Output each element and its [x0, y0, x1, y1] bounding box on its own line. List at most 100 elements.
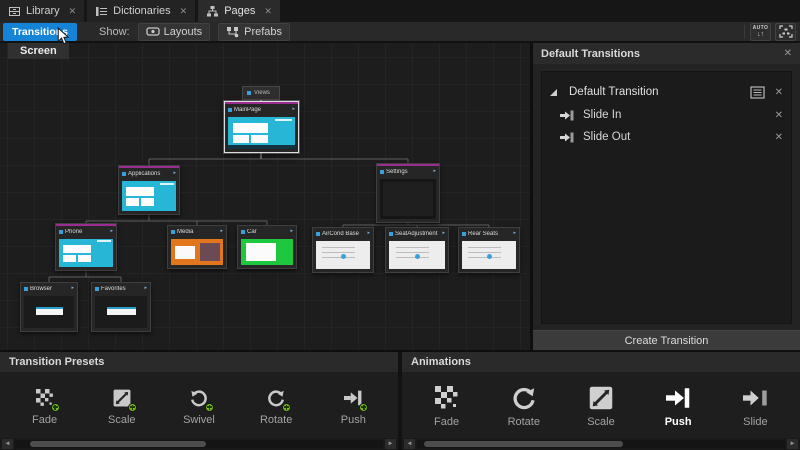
node-label: Browser	[30, 286, 69, 292]
tree-node-aircond[interactable]: AirCond Base▸	[312, 227, 374, 273]
details-icon[interactable]	[750, 86, 765, 99]
close-icon[interactable]: ✕	[784, 48, 792, 59]
tree-node-car[interactable]: Car▸	[237, 225, 297, 269]
tree-node-rearseats[interactable]: Rear Seats▸	[458, 227, 520, 273]
node-marker-icon: ▸	[442, 231, 445, 236]
screen-icon	[171, 230, 175, 234]
animation-label: Slide	[743, 416, 767, 428]
node-label: Phone	[65, 229, 108, 235]
scrollbar-track[interactable]	[417, 440, 785, 448]
screen-icon	[59, 230, 63, 234]
animation-label: Scale	[587, 416, 615, 428]
push-icon	[666, 386, 690, 410]
screen-icon	[24, 287, 28, 291]
scroll-right-icon[interactable]: ►	[385, 439, 396, 449]
tab-label: Dictionaries	[113, 5, 170, 17]
animations-panel: Animations Fade Rotate	[402, 352, 800, 450]
node-marker-icon: ▸	[367, 231, 370, 236]
add-badge-icon	[51, 403, 60, 412]
scale-icon	[589, 386, 613, 410]
screen-tree-canvas[interactable]: Screen Views MainPage▸ Appl	[0, 43, 530, 350]
tree-node-seatadjustment[interactable]: SeatAdjustment▸	[385, 227, 449, 273]
preset-push[interactable]: Push	[321, 387, 385, 426]
animation-label: Push	[665, 416, 692, 428]
animation-fade[interactable]: Fade	[415, 385, 479, 428]
scroll-left-icon[interactable]: ◄	[404, 439, 415, 449]
close-icon[interactable]: ✕	[264, 6, 272, 17]
node-marker-icon: ▸	[290, 229, 293, 234]
fade-icon	[36, 389, 54, 407]
slide-out-icon	[560, 131, 574, 144]
default-transition-group-row[interactable]: Default Transition ✕	[542, 80, 791, 104]
animation-scale[interactable]: Scale	[569, 385, 633, 428]
node-marker-icon: ▸	[220, 229, 223, 234]
prefabs-label: Prefabs	[244, 26, 282, 38]
tab-pages[interactable]: Pages ✕	[198, 0, 280, 22]
tree-node-mainpage[interactable]: MainPage▸	[224, 101, 299, 153]
close-icon[interactable]: ✕	[69, 6, 77, 17]
tree-node-favorites[interactable]: Favorites▸	[91, 282, 151, 332]
tree-node-root[interactable]: Views	[242, 86, 280, 100]
preset-label: Rotate	[260, 414, 292, 426]
preset-label: Swivel	[183, 414, 215, 426]
transition-row-slide-out[interactable]: Slide Out ✕	[542, 126, 791, 148]
animation-push[interactable]: Push	[646, 385, 710, 428]
page-thumbnail	[316, 241, 370, 269]
animation-rotate[interactable]: Rotate	[492, 385, 556, 428]
add-badge-icon	[128, 403, 137, 412]
close-icon[interactable]: ✕	[775, 87, 783, 98]
tree-node-media[interactable]: Media▸	[167, 225, 227, 269]
tree-node-settings[interactable]: Settings▸	[376, 163, 440, 223]
node-label: Views	[254, 90, 275, 96]
node-label: SeatAdjustment	[395, 231, 440, 237]
create-transition-button[interactable]: Create Transition	[533, 330, 800, 350]
tab-label: Pages	[224, 5, 255, 17]
prefabs-toggle-button[interactable]: Prefabs	[218, 23, 290, 41]
scrollbar-track[interactable]	[15, 440, 383, 448]
preset-swivel[interactable]: Swivel	[167, 387, 231, 426]
screen-icon	[247, 91, 251, 95]
tab-dictionaries[interactable]: Dictionaries ✕	[87, 0, 195, 22]
library-icon	[8, 5, 21, 18]
preset-scale[interactable]: Scale	[90, 387, 154, 426]
preset-fade[interactable]: Fade	[13, 387, 77, 426]
screen-tab[interactable]: Screen	[8, 43, 69, 59]
close-icon[interactable]: ✕	[775, 132, 783, 143]
screen-icon	[241, 230, 245, 234]
scroll-right-icon[interactable]: ►	[787, 439, 798, 449]
group-label: Default Transition	[569, 86, 750, 98]
node-marker-icon: ▸	[110, 229, 113, 234]
preset-label: Scale	[108, 414, 136, 426]
add-badge-icon	[205, 403, 214, 412]
add-badge-icon	[359, 403, 368, 412]
screen-icon	[389, 232, 393, 236]
animation-items: Fade Rotate Scale	[402, 372, 800, 438]
expander-caret-icon[interactable]	[550, 89, 557, 96]
scrollbar-thumb[interactable]	[30, 441, 207, 447]
panel-title: Default Transitions	[541, 48, 640, 60]
close-icon[interactable]: ✕	[180, 6, 188, 17]
screen-icon	[228, 108, 232, 112]
close-icon[interactable]: ✕	[775, 110, 783, 121]
transitions-button[interactable]: Transitions	[3, 23, 77, 41]
animation-slide[interactable]: Slide	[723, 385, 787, 428]
tree-node-browser[interactable]: Browser▸	[20, 282, 78, 332]
tree-node-applications[interactable]: Applications▸	[118, 165, 180, 215]
node-label: Settings	[386, 169, 431, 175]
tree-node-phone[interactable]: Phone▸	[55, 223, 117, 271]
auto-arrange-button[interactable]: AUTO ↓↑	[750, 23, 771, 41]
screen-icon	[316, 232, 320, 236]
layouts-toggle-button[interactable]: Layouts	[138, 23, 211, 41]
animation-label: Rotate	[508, 416, 540, 428]
presets-horizontal-scrollbar[interactable]: ◄ ►	[0, 438, 398, 450]
node-marker-icon: ▸	[144, 286, 147, 291]
transition-label: Slide In	[583, 109, 766, 121]
scroll-left-icon[interactable]: ◄	[2, 439, 13, 449]
tab-library[interactable]: Library ✕	[0, 0, 84, 22]
preset-rotate[interactable]: Rotate	[244, 387, 308, 426]
fit-view-button[interactable]	[775, 23, 796, 41]
node-marker-icon: ▸	[71, 286, 74, 291]
scrollbar-thumb[interactable]	[424, 441, 623, 447]
transition-row-slide-in[interactable]: Slide In ✕	[542, 104, 791, 126]
animations-horizontal-scrollbar[interactable]: ◄ ►	[402, 438, 800, 450]
